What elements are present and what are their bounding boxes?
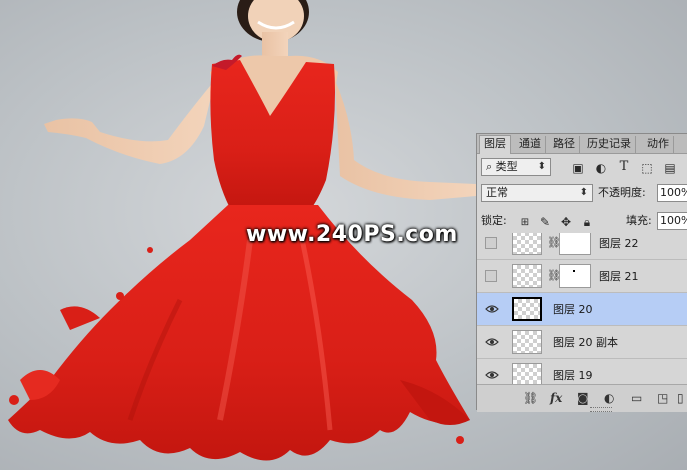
panel-tabs: 图层 通道 路径 历史记录 动作 [477, 134, 687, 154]
lock-row: 锁定: ⊞ ✎ ✥ 🔒︎ 填充: 100% [477, 210, 687, 232]
search-icon: ⌕ [486, 160, 496, 173]
adjustment-layer-icon[interactable]: ◐ [604, 391, 614, 405]
new-layer-icon[interactable]: ◳ [657, 391, 668, 405]
layers-list: ⛓ 图层 22 ⛓ 图层 21 图层 20 图层 20 副本 图层 19 [477, 233, 687, 384]
resize-grip[interactable] [590, 407, 612, 412]
layer-row[interactable]: 图层 20 副本 [477, 326, 687, 359]
layer-name: 图层 19 [553, 369, 593, 382]
smart-object-filter-icon[interactable]: ▤ [663, 161, 677, 175]
tab-history[interactable]: 历史记录 [583, 136, 636, 153]
layer-row[interactable]: ⛓ 图层 22 [477, 233, 687, 260]
tab-layers[interactable]: 图层 [479, 135, 511, 154]
tab-actions[interactable]: 动作 [643, 136, 674, 153]
eye-icon[interactable] [485, 336, 499, 348]
new-group-icon[interactable]: ▭ [631, 391, 642, 405]
chevron-updown-icon: ⬍ [579, 187, 588, 198]
lock-transparency-icon[interactable]: ⊞ [519, 216, 531, 230]
layer-row[interactable]: 图层 19 [477, 359, 687, 384]
layer-mask-thumbnail[interactable] [559, 233, 591, 255]
layer-name: 图层 21 [599, 270, 639, 283]
tab-paths[interactable]: 路径 [549, 136, 580, 153]
chevron-updown-icon: ⬍ [537, 161, 546, 172]
shape-filter-icon[interactable]: ⬚ [640, 161, 654, 175]
add-mask-icon[interactable]: ◙ [577, 391, 589, 405]
filter-type-dropdown[interactable]: ⌕ 类型 ⬍ [481, 158, 551, 176]
layer-name: 图层 22 [599, 237, 639, 250]
visibility-toggle[interactable] [485, 270, 497, 282]
layer-thumbnail [512, 233, 542, 255]
image-filter-icon[interactable]: ▣ [571, 161, 585, 175]
layer-thumbnail [512, 297, 542, 321]
eye-icon[interactable] [485, 369, 499, 381]
opacity-input[interactable]: 100% [657, 184, 687, 202]
type-filter-icon[interactable]: T [617, 160, 631, 174]
blend-mode-value: 正常 [486, 186, 508, 199]
layers-bottom-bar: ⛓ fx ◙ ◐ ▭ ◳ ▯ [477, 384, 687, 412]
lock-move-icon[interactable]: ✥ [560, 215, 572, 229]
blend-mode-dropdown[interactable]: 正常 ⬍ [481, 184, 593, 202]
watermark-text: www.240PS.com [246, 222, 458, 247]
visibility-toggle[interactable] [485, 237, 497, 249]
layer-row-selected[interactable]: 图层 20 [477, 293, 687, 326]
link-layers-icon[interactable]: ⛓ [523, 391, 538, 405]
fill-label: 填充: [626, 214, 652, 227]
layer-row[interactable]: ⛓ 图层 21 [477, 260, 687, 293]
filter-row: ⌕ 类型 ⬍ ▣ ◐ T ⬚ ▤ [477, 156, 687, 178]
layer-thumbnail [512, 330, 542, 354]
lock-label: 锁定: [481, 214, 507, 227]
layer-name: 图层 20 [553, 303, 593, 316]
delete-layer-icon[interactable]: ▯ [677, 391, 684, 405]
adjustment-filter-icon[interactable]: ◐ [594, 161, 608, 175]
fx-icon[interactable]: fx [550, 391, 562, 405]
layers-panel: 图层 通道 路径 历史记录 动作 ⌕ 类型 ⬍ ▣ ◐ T ⬚ ▤ 正常 ⬍ 不… [476, 133, 687, 412]
filter-type-value: 类型 [495, 160, 518, 173]
layer-thumbnail [512, 264, 542, 288]
layer-thumbnail [512, 363, 542, 384]
eye-icon[interactable] [485, 303, 499, 315]
fill-input[interactable]: 100% [657, 212, 687, 230]
layer-name: 图层 20 副本 [553, 336, 618, 349]
tab-channels[interactable]: 通道 [515, 136, 546, 153]
lock-brush-icon[interactable]: ✎ [539, 215, 551, 229]
layer-mask-thumbnail[interactable] [559, 264, 591, 288]
opacity-label: 不透明度: [598, 186, 646, 199]
lock-all-icon[interactable]: 🔒︎ [581, 215, 593, 229]
blend-row: 正常 ⬍ 不透明度: 100% [477, 182, 687, 204]
